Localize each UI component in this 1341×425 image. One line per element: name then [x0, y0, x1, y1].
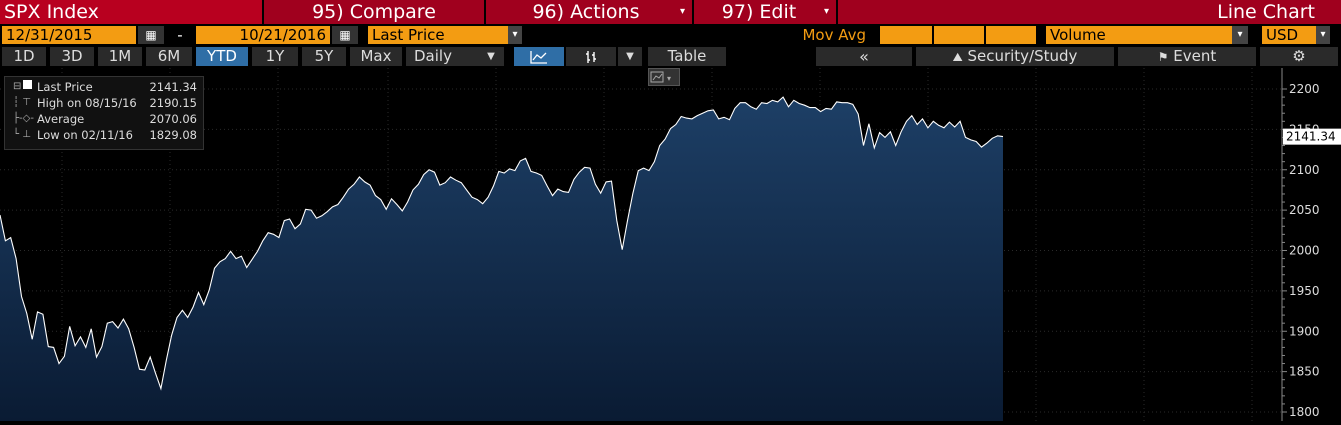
period-bar: 1D 3D 1M 6M YTD 1Y 5Y Max Daily ▼ ▼ Tabl…: [0, 46, 1341, 67]
period-ytd[interactable]: YTD: [196, 47, 248, 66]
period-1y[interactable]: 1Y: [252, 47, 298, 66]
security-study-label: Security/Study: [967, 47, 1078, 65]
study-icon: ⛰: [952, 50, 963, 64]
legend-last-icon: ⊟: [13, 79, 33, 95]
high-marker-icon: ┆ ⊤: [13, 97, 31, 108]
event-label: Event: [1173, 47, 1217, 65]
event-button[interactable]: ⚑ Event: [1118, 47, 1256, 66]
gear-icon[interactable]: ⚙: [1260, 47, 1338, 66]
y-tick-label: 1800: [1289, 405, 1320, 419]
period-6m[interactable]: 6M: [146, 47, 192, 66]
date-separator: -: [177, 26, 183, 44]
frequency-label: Daily: [414, 47, 452, 65]
actions-button[interactable]: 96) Actions: [486, 0, 686, 24]
line-chart-icon[interactable]: [514, 47, 564, 66]
chart-mini-toggle[interactable]: ▾: [648, 68, 680, 86]
svg-text:▾: ▾: [667, 74, 671, 83]
y-tick-label: 1900: [1289, 324, 1320, 338]
frequency-dropdown-icon[interactable]: ▼: [478, 47, 504, 66]
y-axis: 1800185019001950200020502100215022002141…: [1281, 68, 1341, 421]
legend-average-label: Average: [37, 112, 85, 126]
period-1m[interactable]: 1M: [98, 47, 142, 66]
start-calendar-icon[interactable]: ▦: [138, 26, 164, 44]
mov-avg-input-3[interactable]: [986, 26, 1036, 44]
legend-low-label: Low on 02/11/16: [37, 128, 133, 142]
period-1d[interactable]: 1D: [2, 47, 46, 66]
legend-last-label: Last Price: [37, 80, 93, 94]
legend-low-row: └ ⊥ Low on 02/11/16 1829.08: [5, 127, 203, 143]
y-tick-label: 1950: [1289, 284, 1320, 298]
y-tick-label: 2200: [1289, 82, 1320, 96]
currency-dropdown-icon[interactable]: ▾: [1316, 26, 1330, 44]
top-toolbar: SPX Index 95) Compare 96) Actions ▾ 97) …: [0, 0, 1341, 24]
y-tick-label: 2100: [1289, 163, 1320, 177]
legend-average-value: 2070.06: [149, 112, 197, 126]
frequency-select[interactable]: Daily: [406, 47, 486, 66]
legend-high-row: ┆ ⊤ High on 08/15/16 2190.15: [5, 95, 203, 111]
legend-low-value: 1829.08: [149, 128, 197, 142]
last-price-tag-label: 2141.34: [1286, 130, 1336, 144]
date-bar: 12/31/2015 ▦ - 10/21/2016 ▦ Last Price ▾…: [0, 25, 1341, 45]
actions-caret-icon[interactable]: ▾: [680, 0, 685, 24]
compare-button[interactable]: 95) Compare: [264, 0, 484, 24]
volume-dropdown-icon[interactable]: ▾: [1232, 26, 1248, 44]
legend-last-value: 2141.34: [149, 80, 197, 94]
ticker-field[interactable]: SPX Index: [0, 0, 262, 24]
end-calendar-icon[interactable]: ▦: [332, 26, 358, 44]
price-field-select[interactable]: Last Price: [368, 26, 508, 44]
y-tick-label: 1850: [1289, 365, 1320, 379]
mov-avg-label: Mov Avg: [802, 26, 866, 44]
currency-select[interactable]: USD: [1262, 26, 1316, 44]
legend-high-label: High on 08/15/16: [37, 96, 137, 110]
y-tick-label: 2050: [1289, 203, 1320, 217]
chart-legend: ⊟ Last Price 2141.34 ┆ ⊤ High on 08/15/1…: [4, 76, 204, 150]
chart-type-title: Line Chart: [1217, 1, 1315, 23]
average-marker-icon: ├-◇-: [13, 113, 34, 124]
start-date-input[interactable]: 12/31/2015: [2, 26, 136, 44]
volume-select[interactable]: Volume: [1046, 26, 1232, 44]
y-tick-label: 2000: [1289, 244, 1320, 258]
security-study-button[interactable]: ⛰ Security/Study: [916, 47, 1114, 66]
flag-icon: ⚑: [1157, 50, 1169, 64]
field-dropdown-icon[interactable]: ▾: [508, 26, 522, 44]
legend-average-row: ├-◇- Average 2070.06: [5, 111, 203, 127]
edit-button[interactable]: 97) Edit: [694, 0, 824, 24]
bar-chart-icon[interactable]: [566, 47, 616, 66]
mov-avg-input-2[interactable]: [934, 26, 984, 44]
table-button[interactable]: Table: [648, 47, 726, 66]
period-max[interactable]: Max: [350, 47, 402, 66]
legend-high-value: 2190.15: [149, 96, 197, 110]
low-marker-icon: └ ⊥: [13, 129, 31, 140]
edit-caret-icon[interactable]: ▾: [824, 0, 829, 24]
chart-style-dropdown-icon[interactable]: ▼: [618, 47, 642, 66]
period-5y[interactable]: 5Y: [302, 47, 346, 66]
mov-avg-input-1[interactable]: [880, 26, 932, 44]
divider: [836, 0, 838, 24]
legend-last-row[interactable]: ⊟ Last Price 2141.34: [5, 79, 203, 95]
period-3d[interactable]: 3D: [50, 47, 94, 66]
collapse-icon[interactable]: «: [816, 47, 912, 66]
end-date-input[interactable]: 10/21/2016: [196, 26, 330, 44]
